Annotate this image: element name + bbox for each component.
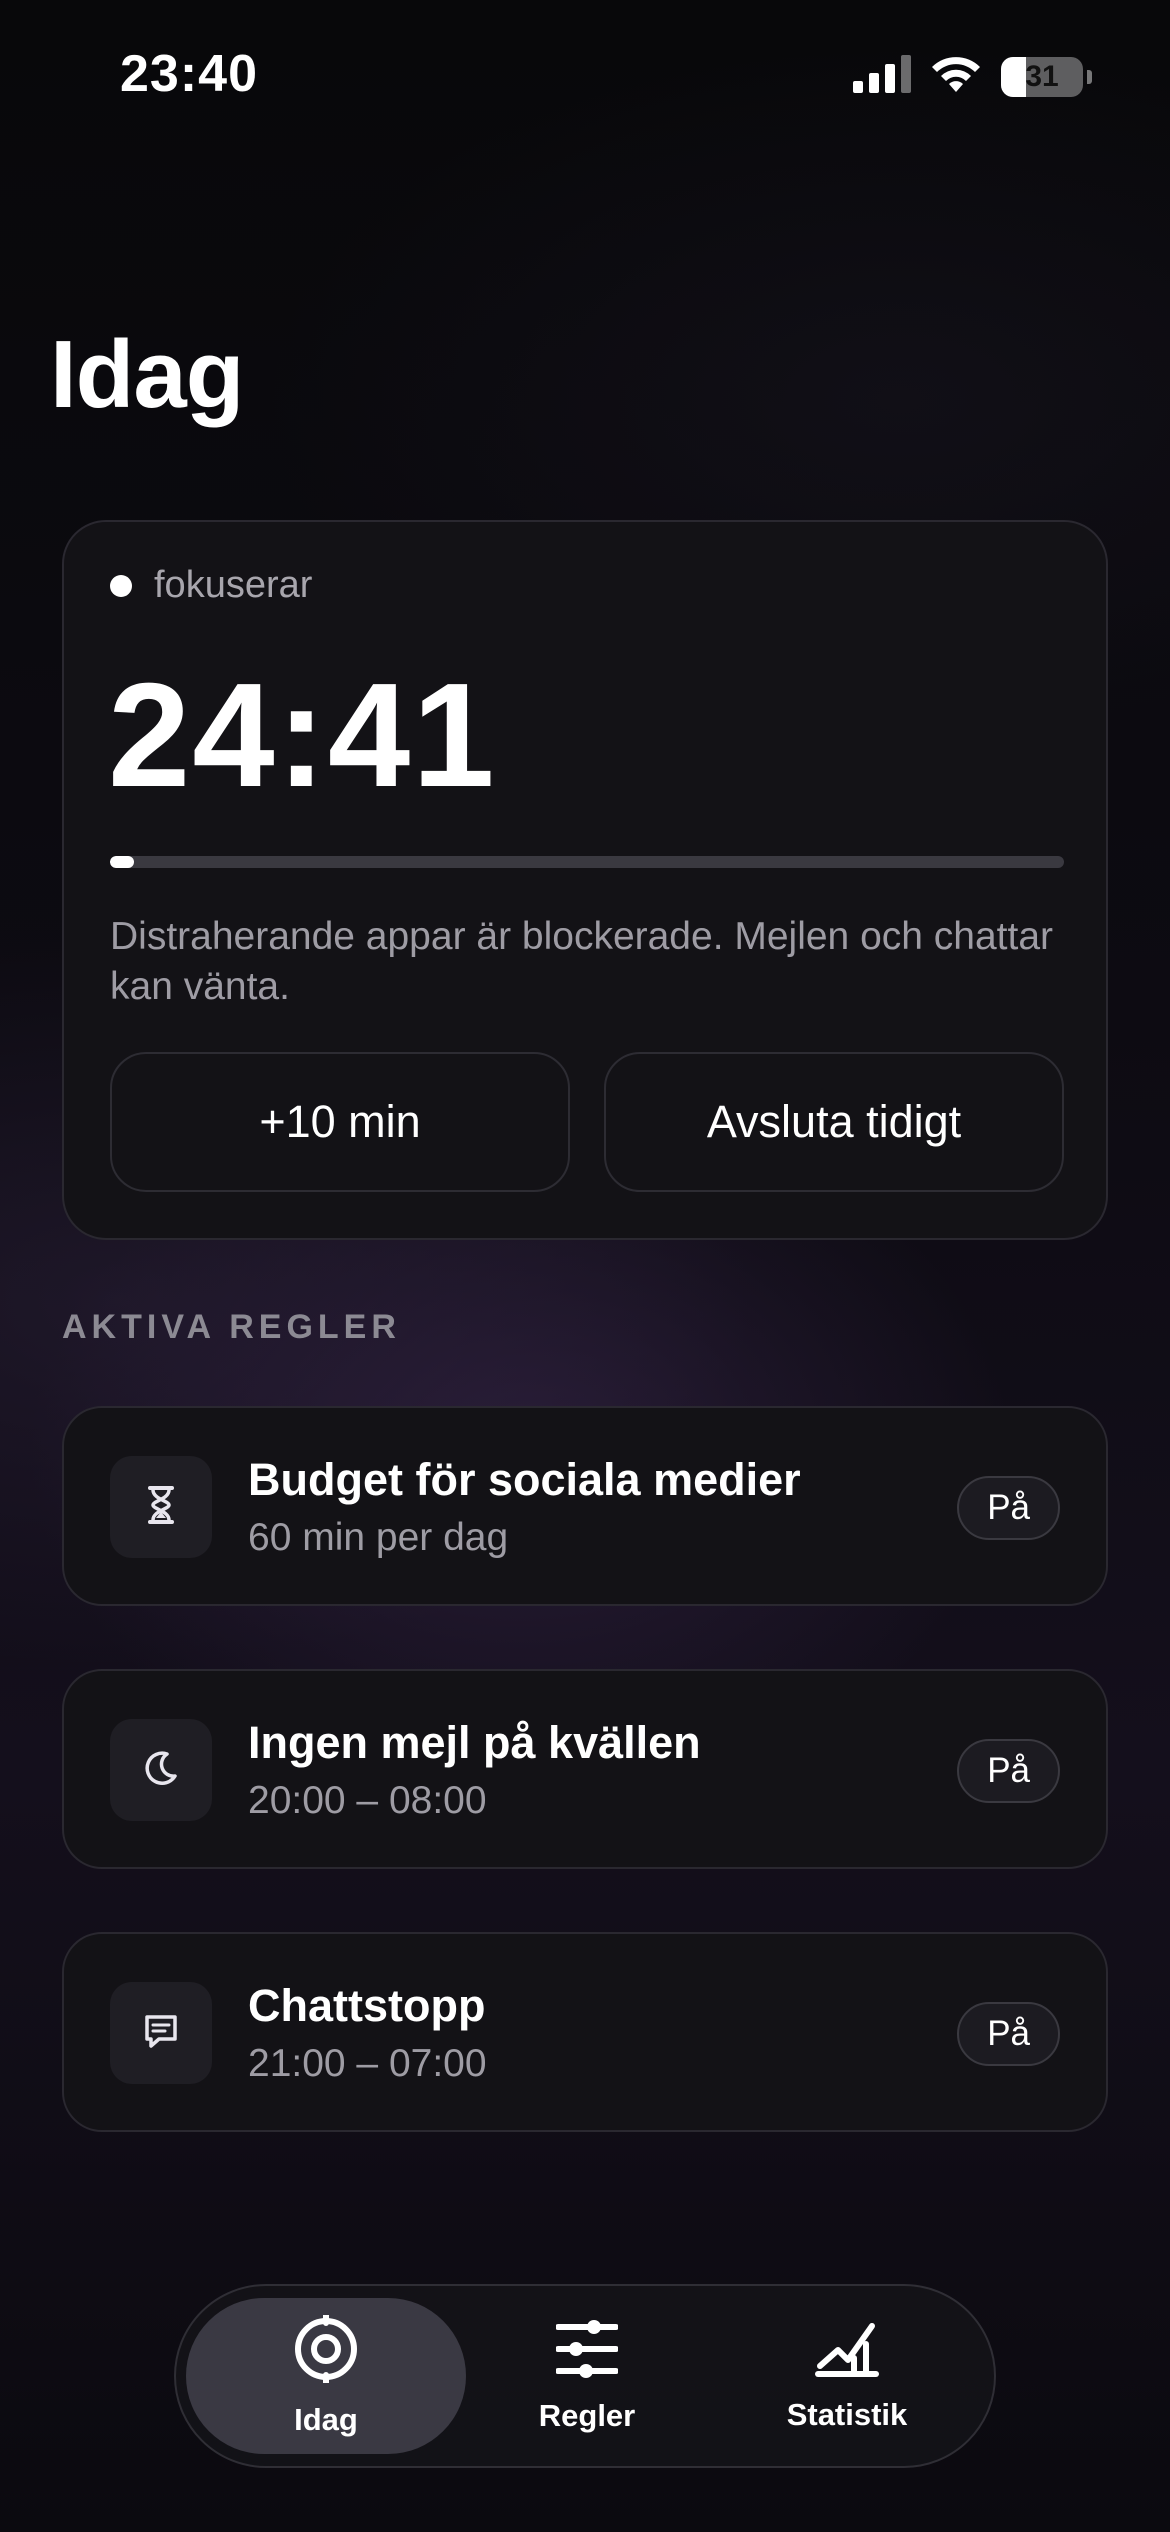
focus-description: Distraherande appar är blockerade. Mejle…: [110, 915, 1054, 1008]
rule-icon-box: [110, 1456, 212, 1558]
rule-card-chat-stop[interactable]: Chattstopp 21:00 – 07:00 På: [62, 1932, 1108, 2132]
tab-regler[interactable]: Regler: [447, 2298, 727, 2454]
status-time: 23:40: [120, 45, 258, 103]
active-rules-header: AKTIVA REGLER: [62, 1308, 401, 1346]
sliders-icon: [555, 2319, 619, 2384]
extend-10-min-button[interactable]: +10 min: [110, 1052, 570, 1192]
page-title: Idag: [50, 321, 244, 428]
rule-status-badge[interactable]: På: [957, 1739, 1060, 1803]
battery-level: 31: [1025, 59, 1059, 93]
end-early-button[interactable]: Avsluta tidigt: [604, 1052, 1064, 1192]
tab-statistik[interactable]: Statistik: [707, 2298, 987, 2454]
rule-title: Ingen mejl på kvällen: [248, 1717, 701, 1768]
status-icons: 31: [853, 54, 1092, 99]
battery-fill: [1001, 56, 1027, 97]
chart-icon: [814, 2320, 880, 2383]
battery-cap: [1087, 69, 1092, 84]
tab-bar: Idag Regler Statistik: [174, 2284, 996, 2468]
moon-icon: [141, 1748, 181, 1793]
rule-title: Chattstopp: [248, 1980, 486, 2031]
wifi-icon: [929, 54, 983, 99]
rule-subtitle: 21:00 – 07:00: [248, 2042, 487, 2085]
tab-label: Statistik: [786, 2396, 908, 2432]
status-dot-icon: [110, 574, 132, 597]
focus-timer: 24:41: [108, 653, 497, 818]
rule-card-no-evening-email[interactable]: Ingen mejl på kvällen 20:00 – 08:00 På: [62, 1669, 1108, 1869]
rule-status-badge[interactable]: På: [957, 2002, 1060, 2066]
focus-status: fokuserar: [110, 564, 312, 607]
rule-icon-box: [110, 1719, 212, 1821]
focus-card: fokuserar 24:41 Distraherande appar är b…: [62, 520, 1108, 1240]
rule-subtitle: 20:00 – 08:00: [248, 1779, 487, 1822]
focus-status-label: fokuserar: [154, 564, 313, 606]
rule-card-social-budget[interactable]: Budget för sociala medier 60 min per dag…: [62, 1406, 1108, 1606]
signal-icon: [853, 55, 911, 98]
rule-icon-box: [110, 1982, 212, 2084]
screen: 23:40 31 Idag fokuserar 24:41 Distrahera…: [0, 0, 1170, 2532]
tab-idag[interactable]: Idag: [186, 2298, 466, 2454]
rule-title: Budget för sociala medier: [248, 1454, 801, 1505]
focus-progress-bar: [110, 856, 1064, 868]
battery-icon: 31: [1001, 56, 1083, 97]
hourglass-icon: [145, 1485, 177, 1530]
chat-bubble-icon: [141, 2011, 181, 2056]
tab-label: Idag: [294, 2401, 358, 2437]
focus-progress-fill: [110, 856, 134, 868]
rule-subtitle: 60 min per dag: [248, 1516, 509, 1559]
status-bar: 23:40 31: [0, 0, 1170, 150]
tab-label: Regler: [538, 2397, 636, 2433]
rule-status-badge[interactable]: På: [957, 1476, 1060, 1540]
target-icon: [292, 2311, 360, 2388]
